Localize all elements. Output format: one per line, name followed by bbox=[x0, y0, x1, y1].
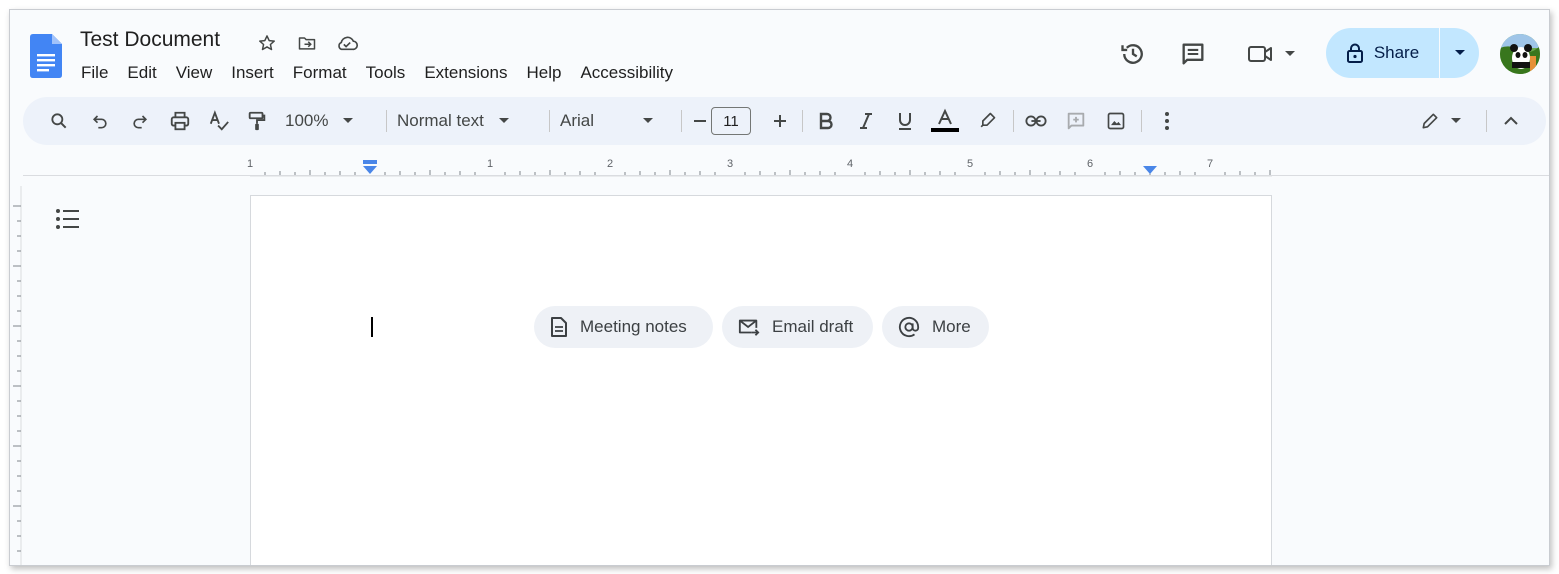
google-docs-icon[interactable] bbox=[30, 34, 62, 83]
more-options-icon[interactable] bbox=[1151, 97, 1183, 145]
menu-edit[interactable]: Edit bbox=[119, 61, 164, 85]
at-sign-icon bbox=[898, 316, 920, 338]
document-page[interactable]: Meeting notes Email draft More bbox=[250, 195, 1272, 565]
email-draft-label: Email draft bbox=[772, 317, 854, 336]
chevron-down-icon bbox=[498, 118, 509, 123]
email-icon bbox=[738, 319, 760, 336]
more-chip[interactable]: More bbox=[882, 306, 989, 348]
text-color-icon[interactable] bbox=[929, 97, 961, 145]
print-icon[interactable] bbox=[164, 97, 196, 145]
underline-icon[interactable] bbox=[889, 97, 921, 145]
text-cursor bbox=[371, 317, 373, 337]
email-draft-chip[interactable]: Email draft bbox=[722, 306, 873, 348]
zoom-value: 100% bbox=[285, 111, 329, 130]
font-value: Arial bbox=[560, 111, 595, 130]
toolbar-divider bbox=[386, 110, 387, 132]
toolbar-divider bbox=[681, 110, 682, 132]
toolbar-divider bbox=[1013, 110, 1014, 132]
insert-link-icon[interactable] bbox=[1020, 97, 1052, 145]
bold-icon[interactable] bbox=[810, 97, 842, 145]
toolbar-divider bbox=[1141, 110, 1142, 132]
document-icon bbox=[551, 317, 567, 337]
ruler-label: 2 bbox=[607, 158, 613, 170]
more-label: More bbox=[932, 317, 971, 336]
toolbar-divider bbox=[1486, 110, 1487, 132]
left-indent-marker[interactable] bbox=[363, 166, 377, 174]
toolbar: 100% Normal text Arial 11 bbox=[23, 97, 1546, 145]
decrease-font-size-icon[interactable] bbox=[687, 97, 713, 145]
chevron-down-icon bbox=[643, 118, 653, 123]
document-outline-icon[interactable] bbox=[52, 203, 84, 235]
chevron-down-icon bbox=[343, 118, 354, 123]
highlight-color-icon[interactable] bbox=[971, 97, 1003, 145]
document-title[interactable]: Test Document bbox=[80, 28, 220, 52]
paint-format-icon[interactable] bbox=[241, 97, 273, 145]
italic-icon[interactable] bbox=[850, 97, 882, 145]
menu-bar: File Edit View Insert Format Tools Exten… bbox=[73, 61, 684, 85]
meeting-notes-chip[interactable]: Meeting notes bbox=[534, 306, 713, 348]
star-icon[interactable] bbox=[255, 31, 279, 55]
menu-insert[interactable]: Insert bbox=[223, 61, 282, 85]
right-indent-marker[interactable] bbox=[1143, 166, 1157, 174]
search-menus-icon[interactable] bbox=[43, 97, 75, 145]
menu-view[interactable]: View bbox=[168, 61, 221, 85]
ruler-label: 6 bbox=[1087, 158, 1093, 170]
ruler-label: 1 bbox=[247, 158, 253, 170]
add-comment-icon[interactable] bbox=[1060, 97, 1092, 145]
cloud-saved-icon[interactable] bbox=[335, 31, 359, 55]
chevron-down-icon bbox=[1285, 51, 1295, 56]
avatar[interactable] bbox=[1500, 34, 1540, 74]
horizontal-ruler[interactable]: 1 1 2 3 4 5 6 7 bbox=[10, 155, 1549, 177]
ruler-label: 5 bbox=[967, 158, 973, 170]
zoom-select[interactable]: 100% bbox=[285, 97, 375, 145]
redo-icon[interactable] bbox=[124, 97, 156, 145]
share-main[interactable]: Share bbox=[1326, 28, 1439, 78]
first-line-indent-marker[interactable] bbox=[363, 160, 377, 164]
menu-file[interactable]: File bbox=[73, 61, 116, 85]
font-size-input[interactable]: 11 bbox=[711, 107, 751, 135]
hide-menus-icon[interactable] bbox=[1495, 97, 1527, 145]
lock-icon bbox=[1346, 43, 1363, 63]
docs-window: Test Document File Edit View Insert Form… bbox=[9, 9, 1550, 566]
insert-image-icon[interactable] bbox=[1100, 97, 1132, 145]
share-dropdown[interactable] bbox=[1440, 28, 1479, 78]
ruler-label: 7 bbox=[1207, 158, 1213, 170]
editing-mode-select[interactable] bbox=[1413, 97, 1469, 145]
comments-icon[interactable] bbox=[1173, 34, 1213, 74]
menu-extensions[interactable]: Extensions bbox=[416, 61, 515, 85]
style-value: Normal text bbox=[397, 111, 484, 130]
toolbar-divider bbox=[549, 110, 550, 132]
ruler-divider bbox=[23, 175, 1549, 176]
spellcheck-icon[interactable] bbox=[203, 97, 235, 145]
version-history-icon[interactable] bbox=[1113, 34, 1153, 74]
menu-help[interactable]: Help bbox=[518, 61, 569, 85]
ruler-label: 1 bbox=[487, 158, 493, 170]
toolbar-divider bbox=[802, 110, 803, 132]
meeting-notes-label: Meeting notes bbox=[580, 317, 687, 336]
menu-tools[interactable]: Tools bbox=[358, 61, 414, 85]
share-button[interactable]: Share bbox=[1326, 28, 1479, 78]
font-select[interactable]: Arial bbox=[560, 97, 670, 145]
share-label: Share bbox=[1373, 43, 1420, 62]
ruler-label: 3 bbox=[727, 158, 733, 170]
pencil-icon bbox=[1422, 113, 1438, 129]
move-to-folder-icon[interactable] bbox=[295, 31, 319, 55]
ruler-label: 4 bbox=[847, 158, 853, 170]
chevron-down-icon bbox=[1451, 118, 1461, 123]
style-select[interactable]: Normal text bbox=[397, 97, 537, 145]
increase-font-size-icon[interactable] bbox=[767, 97, 793, 145]
vertical-ruler[interactable] bbox=[10, 186, 22, 566]
video-call-icon[interactable] bbox=[1242, 34, 1302, 74]
undo-icon[interactable] bbox=[84, 97, 116, 145]
menu-accessibility[interactable]: Accessibility bbox=[572, 61, 681, 85]
chevron-down-icon bbox=[1454, 50, 1465, 55]
menu-format[interactable]: Format bbox=[285, 61, 355, 85]
